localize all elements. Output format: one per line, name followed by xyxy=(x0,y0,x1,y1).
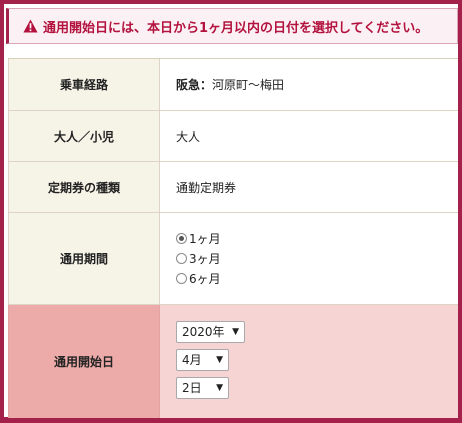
start-date-row: 通用開始日 2020年 ▼ 4月 ▼ 2日 ▼ xyxy=(8,305,458,418)
period-label: 通用期間 xyxy=(8,213,160,304)
passenger-label: 大人／小児 xyxy=(8,111,160,161)
radio-button[interactable] xyxy=(176,233,187,244)
route-value: 阪急： 河原町～梅田 xyxy=(160,59,458,110)
period-options: 1ヶ月 3ヶ月 6ヶ月 xyxy=(160,213,458,304)
ticket-type-row: 定期券の種類 通勤定期券 xyxy=(8,162,458,213)
start-date-selects: 2020年 ▼ 4月 ▼ 2日 ▼ xyxy=(160,305,458,418)
start-year-select[interactable]: 2020年 ▼ xyxy=(176,320,245,343)
route-stations: 河原町～梅田 xyxy=(212,78,285,92)
start-day-value: 2日 xyxy=(182,381,202,395)
chevron-down-icon: ▼ xyxy=(216,382,223,393)
radio-button[interactable] xyxy=(176,273,187,284)
route-label: 乗車経路 xyxy=(8,59,160,110)
ticket-type-value: 通勤定期券 xyxy=(160,162,458,212)
period-option-label: 3ヶ月 xyxy=(189,252,221,266)
period-option-3-months[interactable]: 3ヶ月 xyxy=(176,249,221,269)
error-alert: 通用開始日には、本日から1ヶ月以内の日付を選択してください。 xyxy=(6,8,458,44)
passenger-row: 大人／小児 大人 xyxy=(8,111,458,162)
chevron-down-icon: ▼ xyxy=(216,354,223,365)
period-option-label: 6ヶ月 xyxy=(189,272,221,286)
alert-message: 通用開始日には、本日から1ヶ月以内の日付を選択してください。 xyxy=(43,20,429,36)
radio-button[interactable] xyxy=(176,253,187,264)
ticket-type-label: 定期券の種類 xyxy=(8,162,160,212)
start-month-select[interactable]: 4月 ▼ xyxy=(176,348,229,371)
period-row: 通用期間 1ヶ月 3ヶ月 6ヶ月 xyxy=(8,213,458,305)
route-row: 乗車経路 阪急： 河原町～梅田 xyxy=(8,59,458,111)
period-option-label: 1ヶ月 xyxy=(189,232,221,246)
start-month-value: 4月 xyxy=(182,353,202,367)
passenger-value: 大人 xyxy=(160,111,458,161)
chevron-down-icon: ▼ xyxy=(232,326,239,337)
warning-icon xyxy=(23,19,38,33)
period-option-6-months[interactable]: 6ヶ月 xyxy=(176,269,221,289)
ticket-form-table: 乗車経路 阪急： 河原町～梅田 大人／小児 大人 定期券の種類 通勤定期券 通用期… xyxy=(8,58,458,418)
start-date-label: 通用開始日 xyxy=(8,305,160,418)
route-line: 阪急： xyxy=(176,78,213,92)
start-year-value: 2020年 xyxy=(182,325,225,339)
start-day-select[interactable]: 2日 ▼ xyxy=(176,376,229,399)
period-option-1-month[interactable]: 1ヶ月 xyxy=(176,229,221,249)
